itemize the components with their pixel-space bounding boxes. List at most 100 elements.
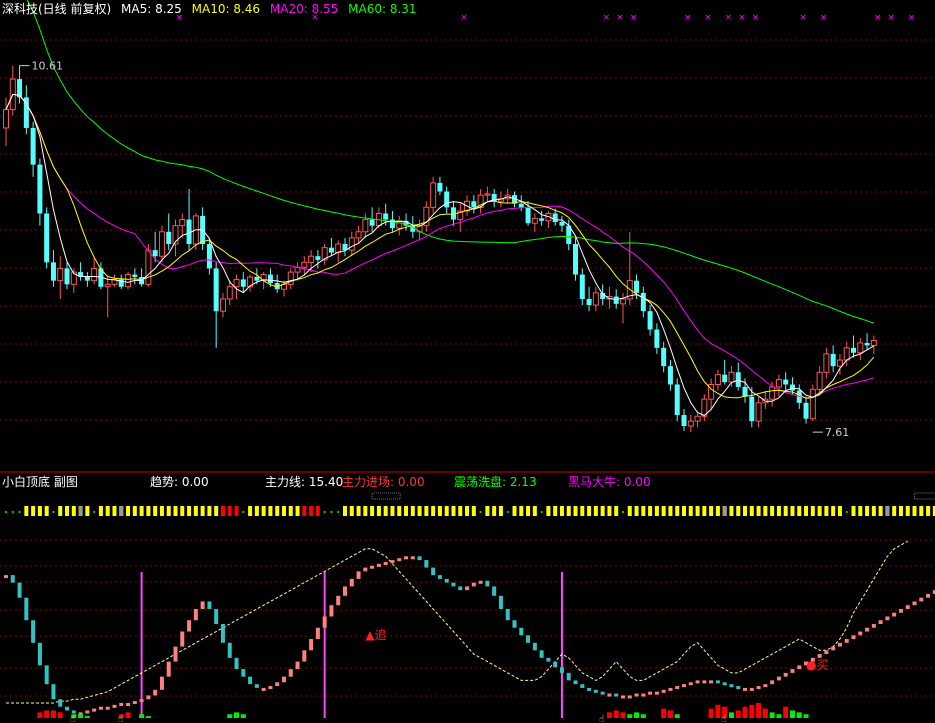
candle-body bbox=[91, 267, 98, 282]
ma10-line bbox=[5, 93, 875, 399]
candle-body bbox=[640, 292, 646, 312]
candle bbox=[104, 276, 111, 318]
candle-body bbox=[830, 353, 836, 367]
strip-block bbox=[661, 506, 666, 516]
main-line-segment bbox=[743, 687, 748, 691]
main-line-segment bbox=[756, 686, 761, 690]
strip-block bbox=[37, 506, 42, 516]
candle-body bbox=[667, 366, 673, 385]
histogram-bar bbox=[240, 714, 246, 718]
status-strip bbox=[5, 506, 935, 516]
main-line-segment bbox=[390, 560, 395, 564]
main-line-segment bbox=[885, 616, 890, 621]
candle bbox=[396, 215, 403, 236]
strip-block bbox=[926, 506, 931, 516]
histogram-bar bbox=[749, 704, 755, 718]
main-line-segment bbox=[675, 686, 680, 690]
strip-dot bbox=[845, 511, 848, 513]
main-line-segment bbox=[709, 680, 714, 684]
main-line-segment bbox=[44, 665, 49, 685]
candle bbox=[348, 231, 355, 257]
strip-block bbox=[804, 506, 809, 516]
histogram-bar bbox=[139, 714, 145, 718]
main-line-segment bbox=[288, 669, 293, 677]
strip-block bbox=[573, 506, 578, 516]
candle bbox=[315, 250, 321, 269]
main-line-segment bbox=[119, 702, 124, 706]
main-line-segment bbox=[702, 680, 707, 684]
strip-dot bbox=[540, 511, 543, 513]
main-line-segment bbox=[892, 612, 897, 617]
sub-chart-title: 小白顶底 副图 bbox=[2, 475, 78, 489]
strip-block bbox=[85, 506, 90, 516]
strip-block bbox=[851, 506, 856, 516]
candle-body bbox=[539, 218, 545, 221]
strip-block bbox=[234, 506, 239, 516]
signal-marker: × bbox=[616, 13, 624, 23]
candle bbox=[166, 213, 172, 251]
strip-block bbox=[349, 506, 354, 516]
main-line-segment bbox=[485, 580, 490, 587]
strip-block-gray bbox=[119, 506, 124, 516]
histogram-bar bbox=[44, 710, 50, 718]
main-line-segment bbox=[573, 680, 578, 685]
strip-block bbox=[492, 506, 497, 516]
main-line-segment bbox=[824, 650, 829, 655]
strip-block bbox=[878, 506, 883, 516]
main-line-segment bbox=[65, 706, 70, 711]
main-line-segment bbox=[254, 684, 259, 688]
candle bbox=[640, 286, 646, 318]
candle bbox=[125, 272, 132, 290]
strip-block bbox=[166, 506, 171, 516]
strip-block bbox=[302, 506, 307, 516]
candle bbox=[755, 396, 762, 428]
histogram-bar bbox=[742, 706, 748, 718]
strip-block bbox=[315, 506, 320, 516]
candle-body bbox=[132, 274, 138, 277]
chart-canvas[interactable]: 10.617.61× × × × × × × × × × × × × × × ×▲追●买☝ ☝ ☝ ☝ bbox=[0, 0, 935, 723]
histogram-bar bbox=[84, 716, 90, 718]
histogram-bar bbox=[78, 714, 84, 718]
candle bbox=[423, 201, 430, 232]
main-line-segment bbox=[688, 682, 693, 686]
candle bbox=[70, 268, 77, 293]
strip-dot bbox=[18, 511, 21, 513]
strip-block bbox=[729, 506, 734, 516]
candle-body bbox=[50, 262, 56, 281]
strip-block bbox=[858, 506, 863, 516]
histogram-bar bbox=[708, 708, 714, 718]
candle bbox=[681, 408, 687, 431]
strip-dot bbox=[337, 511, 340, 513]
signal-marker: × bbox=[908, 13, 916, 23]
strip-block bbox=[485, 506, 490, 516]
strip-block bbox=[865, 506, 870, 516]
strip-block bbox=[627, 506, 632, 516]
indicator-signal-label: ●买 bbox=[806, 658, 828, 672]
main-line-segment bbox=[207, 601, 212, 609]
strip-block bbox=[600, 506, 605, 516]
histogram-bar bbox=[145, 716, 151, 718]
main-line-segment bbox=[363, 567, 368, 572]
histogram-bar bbox=[728, 712, 734, 718]
hand-marker: ☝ bbox=[117, 714, 123, 723]
main-line-segment bbox=[437, 575, 442, 579]
candle bbox=[518, 195, 524, 212]
candle-body bbox=[328, 247, 334, 253]
candle bbox=[661, 341, 667, 373]
candle bbox=[484, 186, 491, 202]
main-line-segment bbox=[51, 684, 56, 700]
strip-block bbox=[709, 506, 714, 516]
strip-block bbox=[607, 506, 612, 516]
trend-label: 趋势: 0.00 bbox=[150, 475, 209, 489]
strip-block bbox=[404, 506, 409, 516]
main-line-segment bbox=[241, 669, 246, 677]
strip-block bbox=[288, 506, 293, 516]
strip-block bbox=[634, 506, 639, 516]
candle bbox=[172, 219, 179, 257]
main-line-segment bbox=[444, 578, 449, 583]
candle bbox=[545, 211, 552, 229]
main-line-segment bbox=[654, 691, 659, 695]
main-line-segment bbox=[227, 642, 232, 658]
candle-body bbox=[728, 371, 735, 383]
strip-block bbox=[248, 506, 253, 516]
